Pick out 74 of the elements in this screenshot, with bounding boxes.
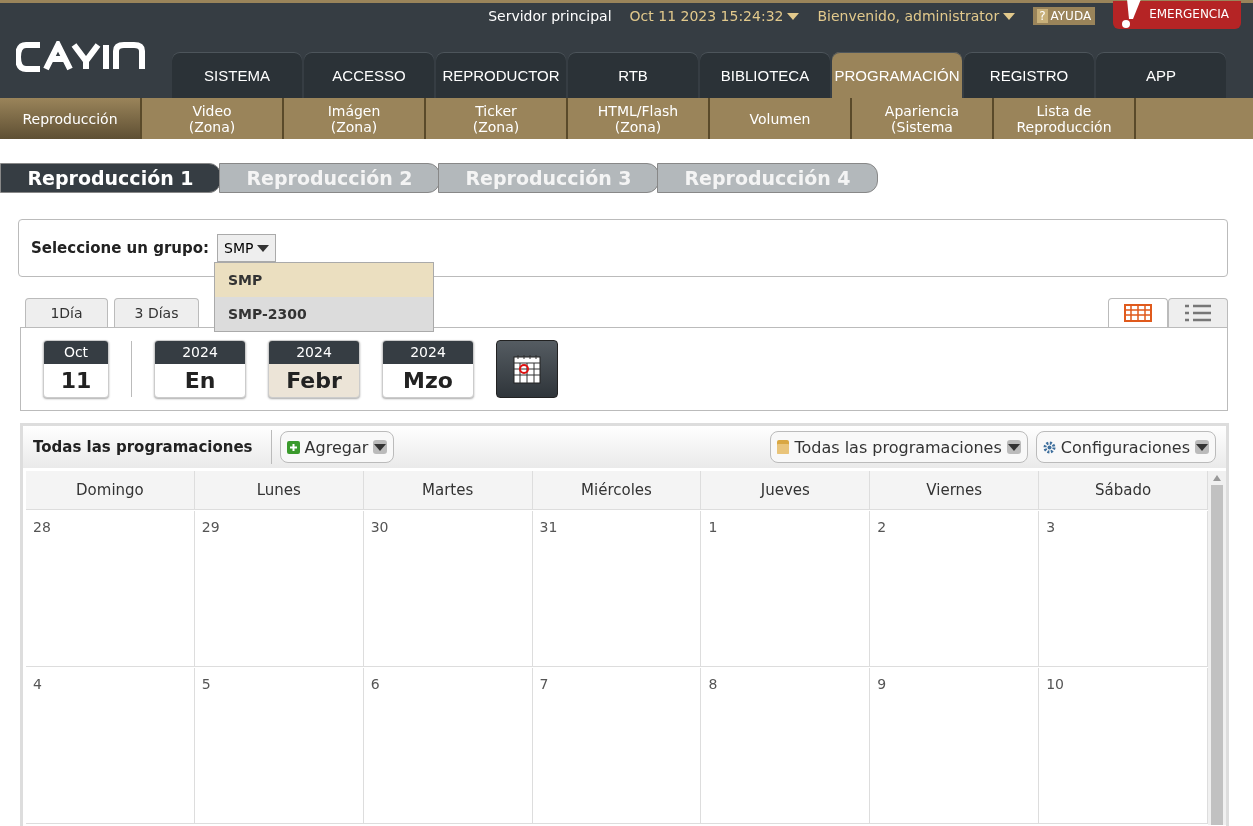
subnav-tab[interactable]: HTML/Flash (Zona)	[568, 98, 710, 139]
nav-tab[interactable]: BIBLIOTECA	[700, 52, 830, 98]
day-cell[interactable]: 30	[363, 511, 533, 667]
day-cell[interactable]: 6	[363, 668, 533, 824]
add-button[interactable]: Agregar	[279, 431, 395, 463]
help-link[interactable]: ? AYUDA	[1033, 7, 1096, 25]
day-cell[interactable]: 28	[26, 511, 195, 667]
weekday-header: Miércoles	[532, 471, 702, 510]
nav-tab[interactable]: SISTEMA	[172, 52, 302, 98]
nav-tab[interactable]: APP	[1096, 52, 1226, 98]
day-cell[interactable]: 9	[870, 668, 1040, 824]
subnav-tab[interactable]: Volumen	[710, 98, 852, 139]
calendar-icon	[512, 353, 542, 385]
group-label: Seleccione un grupo:	[31, 239, 210, 257]
emergency-button[interactable]: EMERGENCIA	[1113, 0, 1241, 29]
user-menu[interactable]: Bienvenido, administrator	[817, 8, 1016, 24]
nav-tab[interactable]: RTB	[568, 52, 698, 98]
server-label: Servidor principal	[488, 8, 612, 24]
nav-tab[interactable]: PROGRAMACIÓN	[832, 52, 962, 98]
playback-tab[interactable]: Reproducción 1	[0, 163, 221, 193]
dropdown-icon	[1006, 440, 1021, 454]
day-cell[interactable]: 4	[26, 668, 195, 824]
day-cell[interactable]: 31	[532, 511, 702, 667]
weekday-header: Martes	[363, 471, 533, 510]
weekday-header: Lunes	[194, 471, 364, 510]
caret-icon	[257, 244, 270, 252]
folder-icon	[777, 440, 790, 454]
scroll-up-icon[interactable]	[1213, 475, 1221, 481]
datetime-menu[interactable]: Oct 11 2023 15:24:32	[629, 8, 800, 24]
subnav-tab[interactable]: Imágen (Zona)	[284, 98, 426, 139]
nav-tab[interactable]: REPRODUCTOR	[436, 52, 566, 98]
plus-icon	[286, 440, 300, 454]
view-tab[interactable]: 3 Días	[114, 298, 199, 327]
day-cell[interactable]: 29	[194, 511, 364, 667]
day-cell[interactable]: 8	[701, 668, 871, 824]
settings-dropdown[interactable]: Configuraciones	[1035, 431, 1216, 463]
nav-tab[interactable]: ACCESSO	[304, 52, 434, 98]
date-card[interactable]: 2024 En	[154, 340, 246, 398]
caret-icon	[787, 12, 800, 20]
subnav-tab[interactable]: Video (Zona)	[142, 98, 284, 139]
day-cell[interactable]: 5	[194, 668, 364, 824]
weekday-header: Jueves	[701, 471, 871, 510]
weekday-header: Domingo	[26, 471, 195, 510]
weekday-header: Sábado	[1039, 471, 1208, 510]
subnav-tab[interactable]: Apariencia (Sistema	[852, 98, 994, 139]
day-cell[interactable]: 1	[701, 511, 871, 667]
date-card[interactable]: 2024 Febr	[268, 340, 360, 398]
calendar-button[interactable]	[496, 340, 558, 398]
caret-icon	[1003, 12, 1016, 20]
weekday-header: Viernes	[870, 471, 1040, 510]
day-cell[interactable]: 2	[870, 511, 1040, 667]
settings-icon	[1042, 440, 1056, 454]
subnav-tab[interactable]: Ticker (Zona)	[426, 98, 568, 139]
calendar-grid-icon	[1124, 304, 1152, 322]
toolbar-title: Todas las programaciones	[33, 430, 272, 464]
day-cell[interactable]: 10	[1039, 668, 1208, 824]
day-cell[interactable]: 3	[1039, 511, 1208, 667]
view-tab[interactable]: 1Día	[25, 298, 108, 327]
dropdown-icon	[1195, 440, 1209, 454]
view-mode-button[interactable]	[1168, 298, 1228, 327]
date-card[interactable]: Oct 11	[43, 340, 109, 398]
list-icon	[1184, 304, 1212, 322]
date-card[interactable]: 2024 Mzo	[382, 340, 474, 398]
dropdown-icon	[373, 440, 388, 454]
group-select[interactable]: SMP	[217, 234, 277, 262]
subnav-tab[interactable]: Lista de Reproducción	[994, 98, 1136, 139]
dropdown-option[interactable]: SMP	[215, 263, 433, 297]
filter-dropdown[interactable]: Todas las programaciones	[770, 431, 1028, 463]
nav-tab[interactable]: REGISTRO	[964, 52, 1094, 98]
day-cell[interactable]: 7	[532, 668, 702, 824]
dropdown-option[interactable]: SMP-2300	[215, 297, 433, 331]
scrollbar[interactable]	[1208, 471, 1226, 825]
subnav-tab[interactable]: Reproducción	[0, 98, 142, 139]
view-mode-button[interactable]	[1108, 298, 1168, 327]
